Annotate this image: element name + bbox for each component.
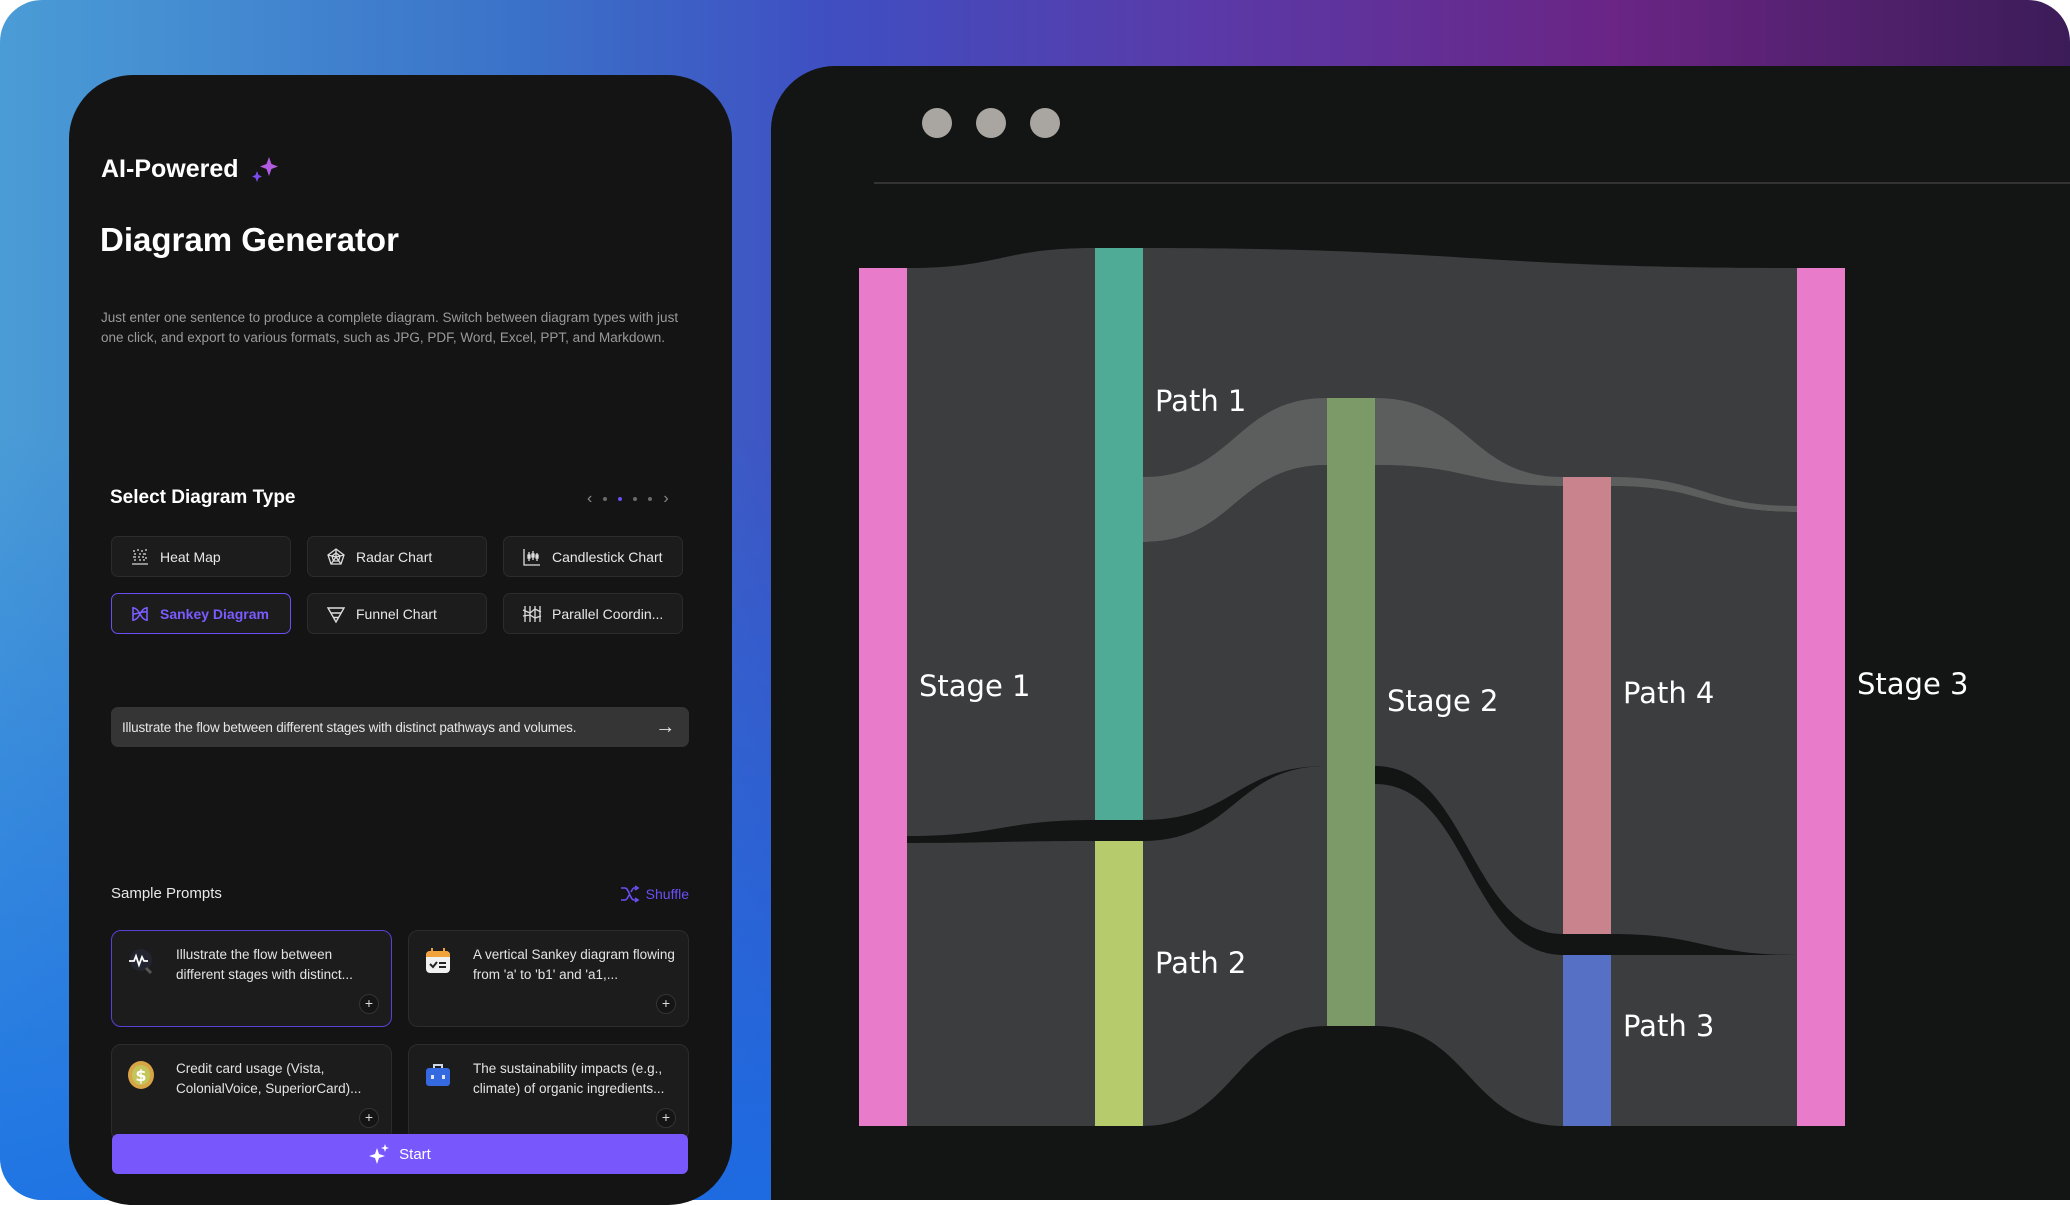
diagram-type-label: Sankey Diagram — [160, 605, 269, 622]
sample-prompt-text: The sustainability impacts (e.g., climat… — [473, 1061, 665, 1096]
plus-icon[interactable]: + — [359, 994, 379, 1014]
sankey-label-path2: Path 2 — [1155, 946, 1246, 980]
pager-dot[interactable] — [648, 497, 653, 501]
diagram-type-radar-chart[interactable]: Radar Chart — [307, 536, 487, 577]
diagram-type-label: Parallel Coordin... — [552, 605, 664, 622]
diagram-type-grid: Heat Map Radar Chart Candlestick Chart S… — [111, 536, 689, 634]
sankey-link — [1611, 486, 1797, 955]
diagram-type-funnel-chart[interactable]: Funnel Chart — [307, 593, 487, 634]
sankey-node-path3 — [1563, 955, 1611, 1126]
sankey-label-stage1: Stage 1 — [919, 669, 1030, 703]
generator-panel: AI-Powered Diagram Generator Just enter … — [69, 75, 732, 1205]
diagram-type-label: Candlestick Chart — [552, 548, 663, 565]
plus-icon[interactable]: + — [359, 1108, 379, 1128]
brand-label: AI-Powered — [101, 154, 239, 183]
diagram-type-heat-map[interactable]: Heat Map — [111, 536, 291, 577]
sankey-label-stage3: Stage 3 — [1857, 667, 1968, 701]
sample-prompt-card[interactable]: The sustainability impacts (e.g., climat… — [408, 1044, 689, 1141]
sample-prompt-text: Credit card usage (Vista, ColonialVoice,… — [176, 1061, 362, 1096]
arrow-right-icon[interactable]: → — [655, 716, 675, 739]
start-button[interactable]: Start — [112, 1134, 688, 1174]
pager-dot[interactable] — [603, 497, 608, 501]
shuffle-label: Shuffle — [645, 886, 689, 902]
sankey-link — [907, 841, 1095, 1126]
description: Just enter one sentence to produce a com… — [101, 310, 679, 345]
diagram-type-label: Radar Chart — [356, 548, 433, 565]
brand: AI-Powered — [101, 154, 279, 184]
radar-chart-icon — [327, 547, 345, 565]
diagram-preview-window: Stage 1 Path 1 Path 2 Stage 2 Path 4 Path 3 St… — [771, 66, 2070, 1200]
heatmap-icon — [132, 548, 148, 565]
sankey-label-path3: Path 3 — [1623, 1009, 1714, 1043]
sample-prompt-text: Illustrate the flow between different st… — [176, 947, 353, 982]
plus-icon[interactable]: + — [656, 994, 676, 1014]
sample-prompts-heading: Sample Prompts — [111, 885, 222, 902]
sankey-link — [907, 248, 1095, 836]
svg-text:$: $ — [135, 1066, 146, 1085]
pager-dot[interactable] — [633, 497, 638, 501]
sankey-label-stage2: Stage 2 — [1387, 684, 1498, 718]
start-label: Start — [399, 1145, 431, 1163]
funnel-chart-icon — [326, 606, 346, 623]
sankey-node-stage2 — [1327, 398, 1375, 1026]
sample-prompt-card[interactable]: $ Credit card usage (Vista, ColonialVoic… — [111, 1044, 392, 1141]
pulse-search-icon — [129, 949, 153, 975]
diagram-type-label: Funnel Chart — [356, 605, 437, 622]
sankey-node-stage1 — [859, 268, 907, 1126]
sankey-node-path2 — [1095, 841, 1143, 1126]
diagram-type-parallel-coordinates[interactable]: Parallel Coordin... — [503, 593, 683, 634]
candlestick-chart-icon — [523, 548, 540, 566]
sparkle-icon — [251, 157, 278, 182]
shuffle-button[interactable]: Shuffle — [620, 885, 689, 903]
prompt-input[interactable]: Illustrate the flow between different st… — [111, 707, 689, 747]
sample-prompt-card[interactable]: A vertical Sankey diagram flowing from '… — [408, 930, 689, 1027]
diagram-type-candlestick-chart[interactable]: Candlestick Chart — [503, 536, 683, 577]
sparkle-icon — [369, 1144, 390, 1164]
sample-prompt-card[interactable]: Illustrate the flow between different st… — [111, 930, 392, 1027]
chevron-left-icon[interactable]: ‹ — [587, 491, 592, 507]
sample-prompts-grid: Illustrate the flow between different st… — [111, 930, 690, 1141]
sankey-label-path4: Path 4 — [1623, 676, 1714, 710]
sankey-node-path1 — [1095, 248, 1143, 820]
plus-icon[interactable]: + — [656, 1108, 676, 1128]
sankey-diagram: Stage 1 Path 1 Path 2 Stage 2 Path 4 Path 3 St… — [859, 248, 1968, 1126]
select-diagram-type-heading: Select Diagram Type — [110, 487, 296, 508]
diagram-type-pager: ‹ › — [587, 491, 669, 507]
sample-prompt-text: A vertical Sankey diagram flowing from '… — [473, 947, 675, 982]
pager-dot-active[interactable] — [618, 497, 623, 501]
parallel-coordinates-icon — [522, 605, 542, 622]
page-title: Diagram Generator — [100, 221, 399, 258]
sankey-node-path4 — [1563, 477, 1611, 934]
sankey-label-path1: Path 1 — [1155, 384, 1246, 418]
dollar-coin-icon: $ — [128, 1061, 154, 1089]
sankey-icon — [132, 606, 148, 621]
shuffle-icon — [620, 885, 640, 903]
diagram-type-label: Heat Map — [160, 548, 221, 565]
briefcase-icon — [426, 1064, 450, 1086]
prompt-input-value[interactable]: Illustrate the flow between different st… — [122, 720, 576, 735]
diagram-type-sankey-diagram[interactable]: Sankey Diagram — [111, 593, 291, 634]
chevron-right-icon[interactable]: › — [663, 491, 668, 507]
calendar-check-icon — [426, 948, 450, 973]
sankey-node-stage3 — [1797, 268, 1845, 1126]
